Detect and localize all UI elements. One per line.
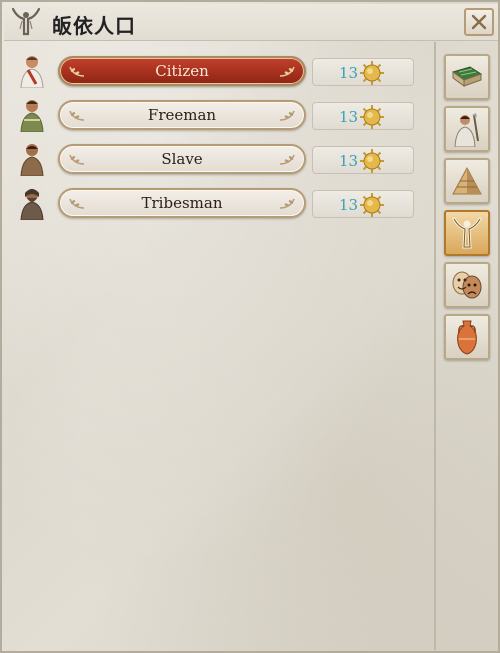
- role-button-citizen[interactable]: Citizen: [58, 56, 306, 86]
- pyramid-icon: [452, 166, 482, 195]
- sidebar-button-religion[interactable]: [444, 210, 490, 256]
- role-button-tribesman[interactable]: Tribesman: [58, 188, 306, 218]
- figure-arms-raised-icon: [452, 217, 482, 249]
- count-value: 13: [339, 108, 359, 126]
- sidebar-button-culture[interactable]: [444, 158, 490, 204]
- laurel-right-icon: [279, 66, 295, 77]
- title-bar: 皈依人口: [4, 4, 498, 41]
- population-row-citizen: Citizen 13: [8, 50, 434, 90]
- figure-arms-raised-icon: [10, 7, 42, 37]
- role-label: Freeman: [147, 106, 217, 124]
- laurel-left-icon: [69, 66, 85, 77]
- count-value: 13: [339, 152, 359, 170]
- count-box-freeman: 13: [312, 102, 414, 130]
- count-box-tribesman: 13: [312, 190, 414, 218]
- category-sidebar: [438, 44, 496, 648]
- role-label: Citizen: [155, 62, 209, 80]
- slave-portrait-icon: [18, 142, 46, 177]
- population-row-slave: Slave 13: [8, 138, 434, 178]
- freeman-portrait-icon: [18, 98, 46, 133]
- tribesman-portrait-icon: [18, 186, 46, 221]
- religion-population-window: 皈依人口 Citizen 13 Freeman 13 Slave 13 Trib…: [0, 0, 500, 653]
- amphora-icon: [457, 320, 477, 355]
- close-button[interactable]: [464, 8, 494, 36]
- count-box-slave: 13: [312, 146, 414, 174]
- role-button-slave[interactable]: Slave: [58, 144, 306, 174]
- theater-masks-icon: [452, 271, 482, 299]
- sidebar-button-territory[interactable]: [444, 54, 490, 100]
- window-title: 皈依人口: [52, 14, 136, 38]
- laurel-right-icon: [279, 154, 295, 165]
- population-row-tribesman: Tribesman 13: [8, 182, 434, 222]
- sun-coin-icon: [359, 60, 385, 86]
- sidebar-divider: [434, 42, 436, 650]
- population-row-freeman: Freeman 13: [8, 94, 434, 134]
- laurel-right-icon: [279, 110, 295, 121]
- sidebar-button-trade[interactable]: [444, 314, 490, 360]
- citizen-portrait-icon: [18, 54, 46, 89]
- count-box-citizen: 13: [312, 58, 414, 86]
- sun-coin-icon: [359, 148, 385, 174]
- role-button-freeman[interactable]: Freeman: [58, 100, 306, 130]
- sidebar-button-military[interactable]: [444, 106, 490, 152]
- population-list: Citizen 13 Freeman 13 Slave 13 Tribesman…: [8, 44, 434, 648]
- laurel-left-icon: [69, 198, 85, 209]
- banknote-map-icon: [451, 66, 483, 87]
- laurel-left-icon: [69, 110, 85, 121]
- role-label: Tribesman: [141, 194, 223, 212]
- soldier-icon: [454, 113, 479, 147]
- count-value: 13: [339, 196, 359, 214]
- sidebar-button-theater[interactable]: [444, 262, 490, 308]
- sun-coin-icon: [359, 192, 385, 218]
- close-x-icon: [471, 14, 487, 30]
- count-value: 13: [339, 64, 359, 82]
- laurel-right-icon: [279, 198, 295, 209]
- laurel-left-icon: [69, 154, 85, 165]
- role-label: Slave: [161, 150, 203, 168]
- sun-coin-icon: [359, 104, 385, 130]
